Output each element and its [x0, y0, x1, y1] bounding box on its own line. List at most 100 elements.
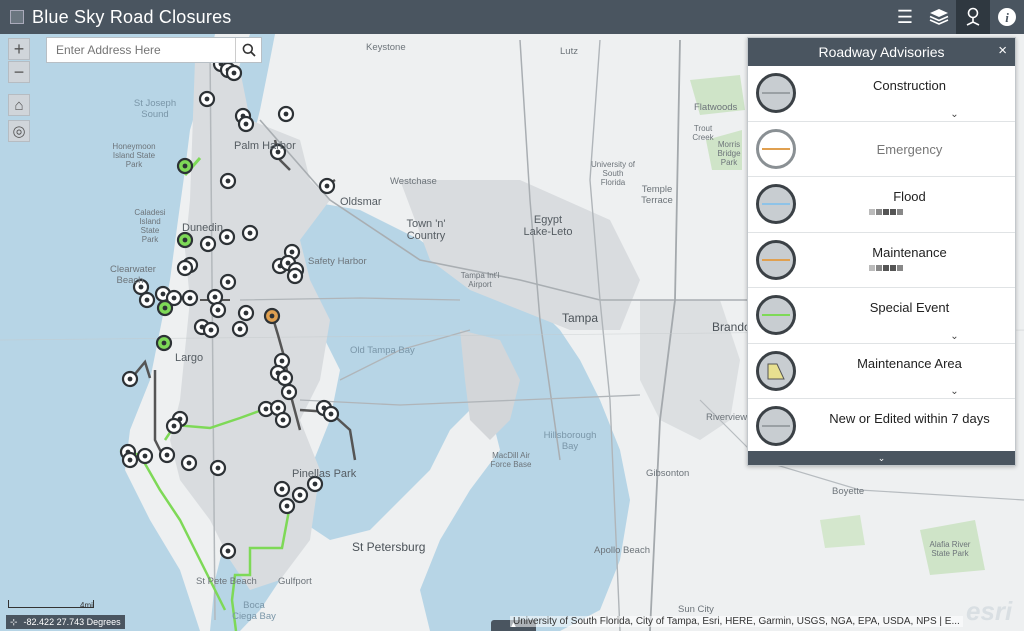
- search-button[interactable]: [235, 38, 261, 62]
- closure-marker-dot: [204, 96, 210, 102]
- map-label: University of South Florida: [590, 160, 635, 187]
- map-label: Old Tampa Bay: [350, 345, 415, 356]
- closure-marker-dot: [144, 297, 150, 303]
- map-label: Lutz: [560, 46, 578, 57]
- chevron-down-icon[interactable]: ⌄: [948, 386, 962, 397]
- advisory-symbol-icon[interactable]: [756, 239, 796, 280]
- closure-marker-dot: [285, 260, 291, 266]
- advisory-label: Flood: [893, 189, 926, 204]
- closure-marker-dot: [292, 273, 298, 279]
- advisory-symbol-icon[interactable]: [756, 350, 796, 391]
- map-label: Apollo Beach: [594, 545, 650, 556]
- closure-marker-dot: [289, 249, 295, 255]
- closure-marker-dot: [280, 417, 286, 423]
- advisory-item[interactable]: Construction ⌄: [748, 66, 1015, 122]
- search-icon: [242, 43, 256, 57]
- closure-marker-dot: [275, 405, 281, 411]
- map-label: Tampa Int'l Airport: [460, 271, 500, 289]
- closure-marker-dot: [284, 503, 290, 509]
- map-label: Safety Harbor: [308, 256, 367, 267]
- panel-header: Roadway Advisories ×: [748, 38, 1015, 66]
- map-label: Riverview: [706, 412, 748, 423]
- map-label: St Joseph Sound: [133, 98, 177, 120]
- closure-marker-dot: [247, 230, 253, 236]
- closure-marker-dot: [263, 406, 269, 412]
- closure-marker-dot: [279, 486, 285, 492]
- map-label: Alafia River State Park: [929, 540, 971, 558]
- chevron-down-icon[interactable]: ⌄: [948, 109, 962, 120]
- advisory-label: Maintenance: [872, 244, 947, 260]
- map-label: Pinellas Park: [292, 468, 357, 480]
- closure-marker-dot: [182, 163, 188, 169]
- closure-marker-dot: [162, 305, 168, 311]
- advisory-symbol-icon[interactable]: [756, 184, 796, 224]
- layers-icon[interactable]: [922, 0, 956, 34]
- advisory-symbol-icon[interactable]: [756, 128, 796, 169]
- close-icon[interactable]: ×: [998, 42, 1007, 59]
- advisory-symbol-icon[interactable]: [756, 406, 796, 446]
- density-indicator: [869, 209, 903, 215]
- app-logo-icon: [10, 10, 24, 24]
- advisory-symbol-icon[interactable]: [756, 295, 796, 335]
- map-label: Gulfport: [278, 576, 312, 587]
- advisory-item[interactable]: New or Edited within 7 days: [748, 399, 1015, 455]
- map-label: Caladesi Island State Park: [134, 208, 166, 244]
- legend-icon[interactable]: [956, 0, 990, 34]
- closure-marker-dot: [182, 237, 188, 243]
- search-input[interactable]: [47, 38, 235, 62]
- chevron-down-icon[interactable]: ⌄: [948, 331, 962, 342]
- map-label: Gibsonton: [646, 468, 690, 479]
- map-label: Morris Bridge Park: [717, 140, 741, 167]
- locate-button[interactable]: ◎: [8, 120, 30, 142]
- map-label: Dunedin: [182, 222, 223, 234]
- coordinate-toggle-icon[interactable]: ⊹: [10, 617, 18, 628]
- closure-marker-dot: [142, 453, 148, 459]
- closure-marker-dot: [212, 294, 218, 300]
- advisory-list: Construction ⌄ Emergency Flood Maintenance Sp…: [748, 66, 1015, 455]
- advisory-label: Construction: [873, 78, 946, 93]
- advisory-label: New or Edited within 7 days: [829, 411, 990, 426]
- closure-marker-dot: [231, 70, 237, 76]
- advisory-item[interactable]: Special Event ⌄: [748, 288, 1015, 344]
- closure-marker-dot: [225, 548, 231, 554]
- closure-marker-dot: [164, 452, 170, 458]
- closure-marker-dot: [182, 265, 188, 271]
- advisory-item[interactable]: Flood: [748, 177, 1015, 233]
- map-label: Boca Ciega Bay: [232, 600, 276, 622]
- closure-marker-dot: [279, 358, 285, 364]
- closure-marker-dot: [225, 178, 231, 184]
- home-button[interactable]: ⌂: [8, 94, 30, 116]
- advisory-item[interactable]: Emergency: [748, 122, 1015, 177]
- advisory-symbol-icon[interactable]: [756, 73, 796, 113]
- app-title: Blue Sky Road Closures: [32, 6, 232, 27]
- advisory-item[interactable]: Maintenance: [748, 233, 1015, 288]
- zoom-in-button[interactable]: +: [8, 38, 30, 60]
- advisory-label: Emergency: [876, 141, 943, 157]
- panel-footer-chevron-icon[interactable]: ⌄: [748, 451, 1015, 465]
- address-search: [46, 37, 262, 63]
- closure-marker-dot: [282, 375, 288, 381]
- closure-marker-dot: [328, 411, 334, 417]
- advisory-label: Maintenance Area: [857, 355, 962, 371]
- zoom-out-button[interactable]: −: [8, 61, 30, 83]
- closure-marker-dot: [205, 241, 211, 247]
- map-label: Sun City: [678, 604, 714, 615]
- map-label: Westchase: [390, 176, 437, 187]
- closure-marker-dot: [127, 457, 133, 463]
- map-label: MacDill Air Force Base: [490, 451, 532, 469]
- list-icon[interactable]: ☰: [888, 0, 922, 34]
- closure-marker-dot: [208, 327, 214, 333]
- scale-label: 4mi: [80, 601, 93, 610]
- info-icon[interactable]: i: [990, 0, 1024, 34]
- closure-marker-dot: [215, 307, 221, 313]
- closure-marker-dot: [297, 492, 303, 498]
- map-label: Honeymoon Island State Park: [112, 142, 156, 169]
- closure-marker-dot: [187, 295, 193, 301]
- closure-marker-dot: [224, 234, 230, 240]
- closure-marker-dot: [186, 460, 192, 466]
- advisory-item[interactable]: Maintenance Area ⌄: [748, 344, 1015, 399]
- map-label: Town 'n' Country: [406, 218, 446, 242]
- panel-title: Roadway Advisories: [818, 44, 945, 60]
- map-label: Palm Harbor: [234, 140, 296, 152]
- coordinate-display: ⊹ -82.422 27.743 Degrees: [6, 615, 125, 629]
